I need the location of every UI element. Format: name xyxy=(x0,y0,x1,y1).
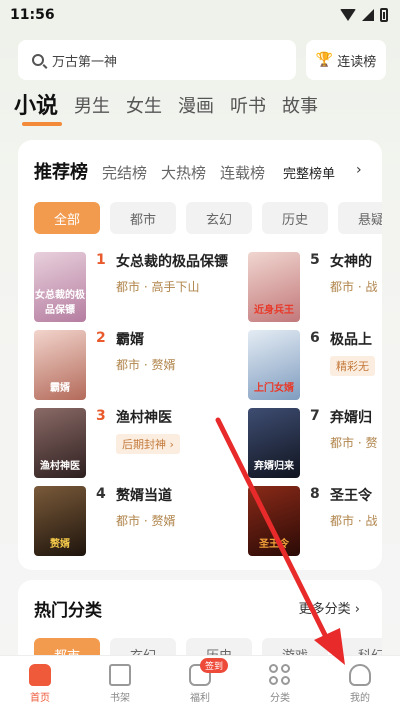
hot-title: 热门分类 xyxy=(34,601,102,621)
read-rank-label: 连读榜 xyxy=(337,54,377,70)
nav-home-label: 首页 xyxy=(30,692,50,704)
book-rank: 3 xyxy=(96,408,106,424)
book-rank: 4 xyxy=(96,486,106,502)
book-title: 赘婿当道 xyxy=(116,488,172,504)
book-item[interactable]: 圣王令 8 圣王令 都市 · 战 xyxy=(248,486,382,558)
nav-welfare-label: 福利 xyxy=(190,692,210,704)
filter-history[interactable]: 历史 xyxy=(262,202,328,234)
book-meta: 都市 · 战 xyxy=(330,514,378,528)
search-placeholder: 万古第一神 xyxy=(52,54,118,70)
book-item[interactable]: 女总裁的极品保镖 1 女总裁的极品保镖 都市 · 高手下山 xyxy=(34,252,228,324)
tab-female[interactable]: 女生 xyxy=(126,92,162,122)
book-rank: 7 xyxy=(310,408,320,424)
book-item[interactable]: 霸婿 2 霸婿 都市 · 赘婿 xyxy=(34,330,224,402)
tab-story[interactable]: 故事 xyxy=(282,92,318,122)
top-tabs: 小说 男生 女生 漫画 听书 故事 xyxy=(14,92,318,126)
chevron-right-icon[interactable]: › xyxy=(356,162,362,178)
book-tag[interactable]: 精彩无 xyxy=(330,356,375,376)
tab-recommend[interactable]: 推荐榜 xyxy=(34,158,88,184)
book-item[interactable]: 近身兵王 5 女神的 都市 · 战 xyxy=(248,252,382,324)
book-rank: 6 xyxy=(310,330,320,346)
nav-mine-label: 我的 xyxy=(350,692,370,704)
book-item[interactable]: 上门女婿 6 极品上 精彩无 xyxy=(248,330,382,402)
nav-mine[interactable]: 我的 xyxy=(330,663,390,704)
checkin-badge: 签到 xyxy=(200,657,229,673)
search-input[interactable]: 万古第一神 xyxy=(18,40,296,80)
nav-welfare[interactable]: 签到 福利 xyxy=(170,657,230,704)
book-item[interactable]: 弃婿归来 7 弃婿归 都市 · 赘 xyxy=(248,408,382,480)
book-cover: 女总裁的极品保镖 xyxy=(34,252,86,322)
book-meta: 都市 · 赘婿 xyxy=(116,358,176,372)
book-item[interactable]: 渔村神医 3 渔村神医 后期封神 › xyxy=(34,408,224,480)
filter-urban[interactable]: 都市 xyxy=(110,202,176,234)
wifi-icon xyxy=(340,9,356,21)
ranking-card: 推荐榜 完结榜 大热榜 连载榜 完整榜单 › 全部 都市 玄幻 历史 悬疑 女总… xyxy=(18,140,382,570)
profile-icon xyxy=(349,663,371,686)
tab-hot[interactable]: 大热榜 xyxy=(161,162,206,183)
book-cover: 霸婿 xyxy=(34,330,86,400)
ranking-tabs: 推荐榜 完结榜 大热榜 连载榜 完整榜单 xyxy=(34,158,335,184)
book-title: 女总裁的极品保镖 xyxy=(116,254,228,270)
filter-fantasy[interactable]: 玄幻 xyxy=(186,202,252,234)
bottom-nav: 首页 书架 签到 福利 分类 我的 xyxy=(0,655,400,711)
book-cover: 赘婿 xyxy=(34,486,86,556)
status-bar: 11:56 xyxy=(0,0,400,30)
book-rank: 5 xyxy=(310,252,320,268)
book-cover: 渔村神医 xyxy=(34,408,86,478)
book-meta: 都市 · 赘婿 xyxy=(116,514,176,528)
tab-serial[interactable]: 连载榜 xyxy=(220,162,265,183)
book-title: 极品上 xyxy=(330,332,372,348)
book-meta: 都市 · 战 xyxy=(330,280,378,294)
filter-all[interactable]: 全部 xyxy=(34,202,100,234)
nav-bookshelf[interactable]: 书架 xyxy=(90,663,150,704)
book-meta: 都市 · 高手下山 xyxy=(116,280,200,294)
tab-comic[interactable]: 漫画 xyxy=(178,92,214,122)
tab-male[interactable]: 男生 xyxy=(74,92,110,122)
book-title: 女神的 xyxy=(330,254,372,270)
tab-finished[interactable]: 完结榜 xyxy=(102,162,147,183)
book-cover: 近身兵王 xyxy=(248,252,300,322)
trophy-icon: 🏆 xyxy=(315,52,334,68)
book-tag[interactable]: 后期封神 › xyxy=(116,434,180,454)
book-rank: 2 xyxy=(96,330,106,346)
status-time: 11:56 xyxy=(10,7,55,23)
tab-novel[interactable]: 小说 xyxy=(14,92,63,126)
more-categories-link[interactable]: 更多分类 › xyxy=(299,598,360,617)
read-rank-button[interactable]: 🏆 连读榜 xyxy=(306,40,386,80)
bookshelf-icon xyxy=(109,663,131,686)
book-cover: 圣王令 xyxy=(248,486,300,556)
book-title: 渔村神医 xyxy=(116,410,172,426)
book-cover: 弃婿归来 xyxy=(248,408,300,478)
full-list-link[interactable]: 完整榜单 xyxy=(283,163,335,182)
book-title: 弃婿归 xyxy=(330,410,372,426)
nav-home[interactable]: 首页 xyxy=(10,663,70,704)
filter-mystery[interactable]: 悬疑 xyxy=(338,202,382,234)
nav-category-label: 分类 xyxy=(270,692,290,704)
book-cover: 上门女婿 xyxy=(248,330,300,400)
battery-icon xyxy=(380,8,388,22)
tab-audio[interactable]: 听书 xyxy=(230,92,266,122)
status-icons xyxy=(340,8,388,22)
genre-filters: 全部 都市 玄幻 历史 悬疑 xyxy=(34,202,382,234)
nav-category[interactable]: 分类 xyxy=(250,663,310,704)
book-title: 霸婿 xyxy=(116,332,144,348)
book-item[interactable]: 赘婿 4 赘婿当道 都市 · 赘婿 xyxy=(34,486,224,558)
search-icon xyxy=(32,54,44,66)
home-icon xyxy=(29,663,51,686)
book-rank: 8 xyxy=(310,486,320,502)
book-title: 圣王令 xyxy=(330,488,372,504)
category-icon xyxy=(269,663,291,686)
nav-bookshelf-label: 书架 xyxy=(110,692,130,704)
signal-icon xyxy=(362,9,374,21)
book-rank: 1 xyxy=(96,252,106,268)
book-meta: 都市 · 赘 xyxy=(330,436,378,450)
